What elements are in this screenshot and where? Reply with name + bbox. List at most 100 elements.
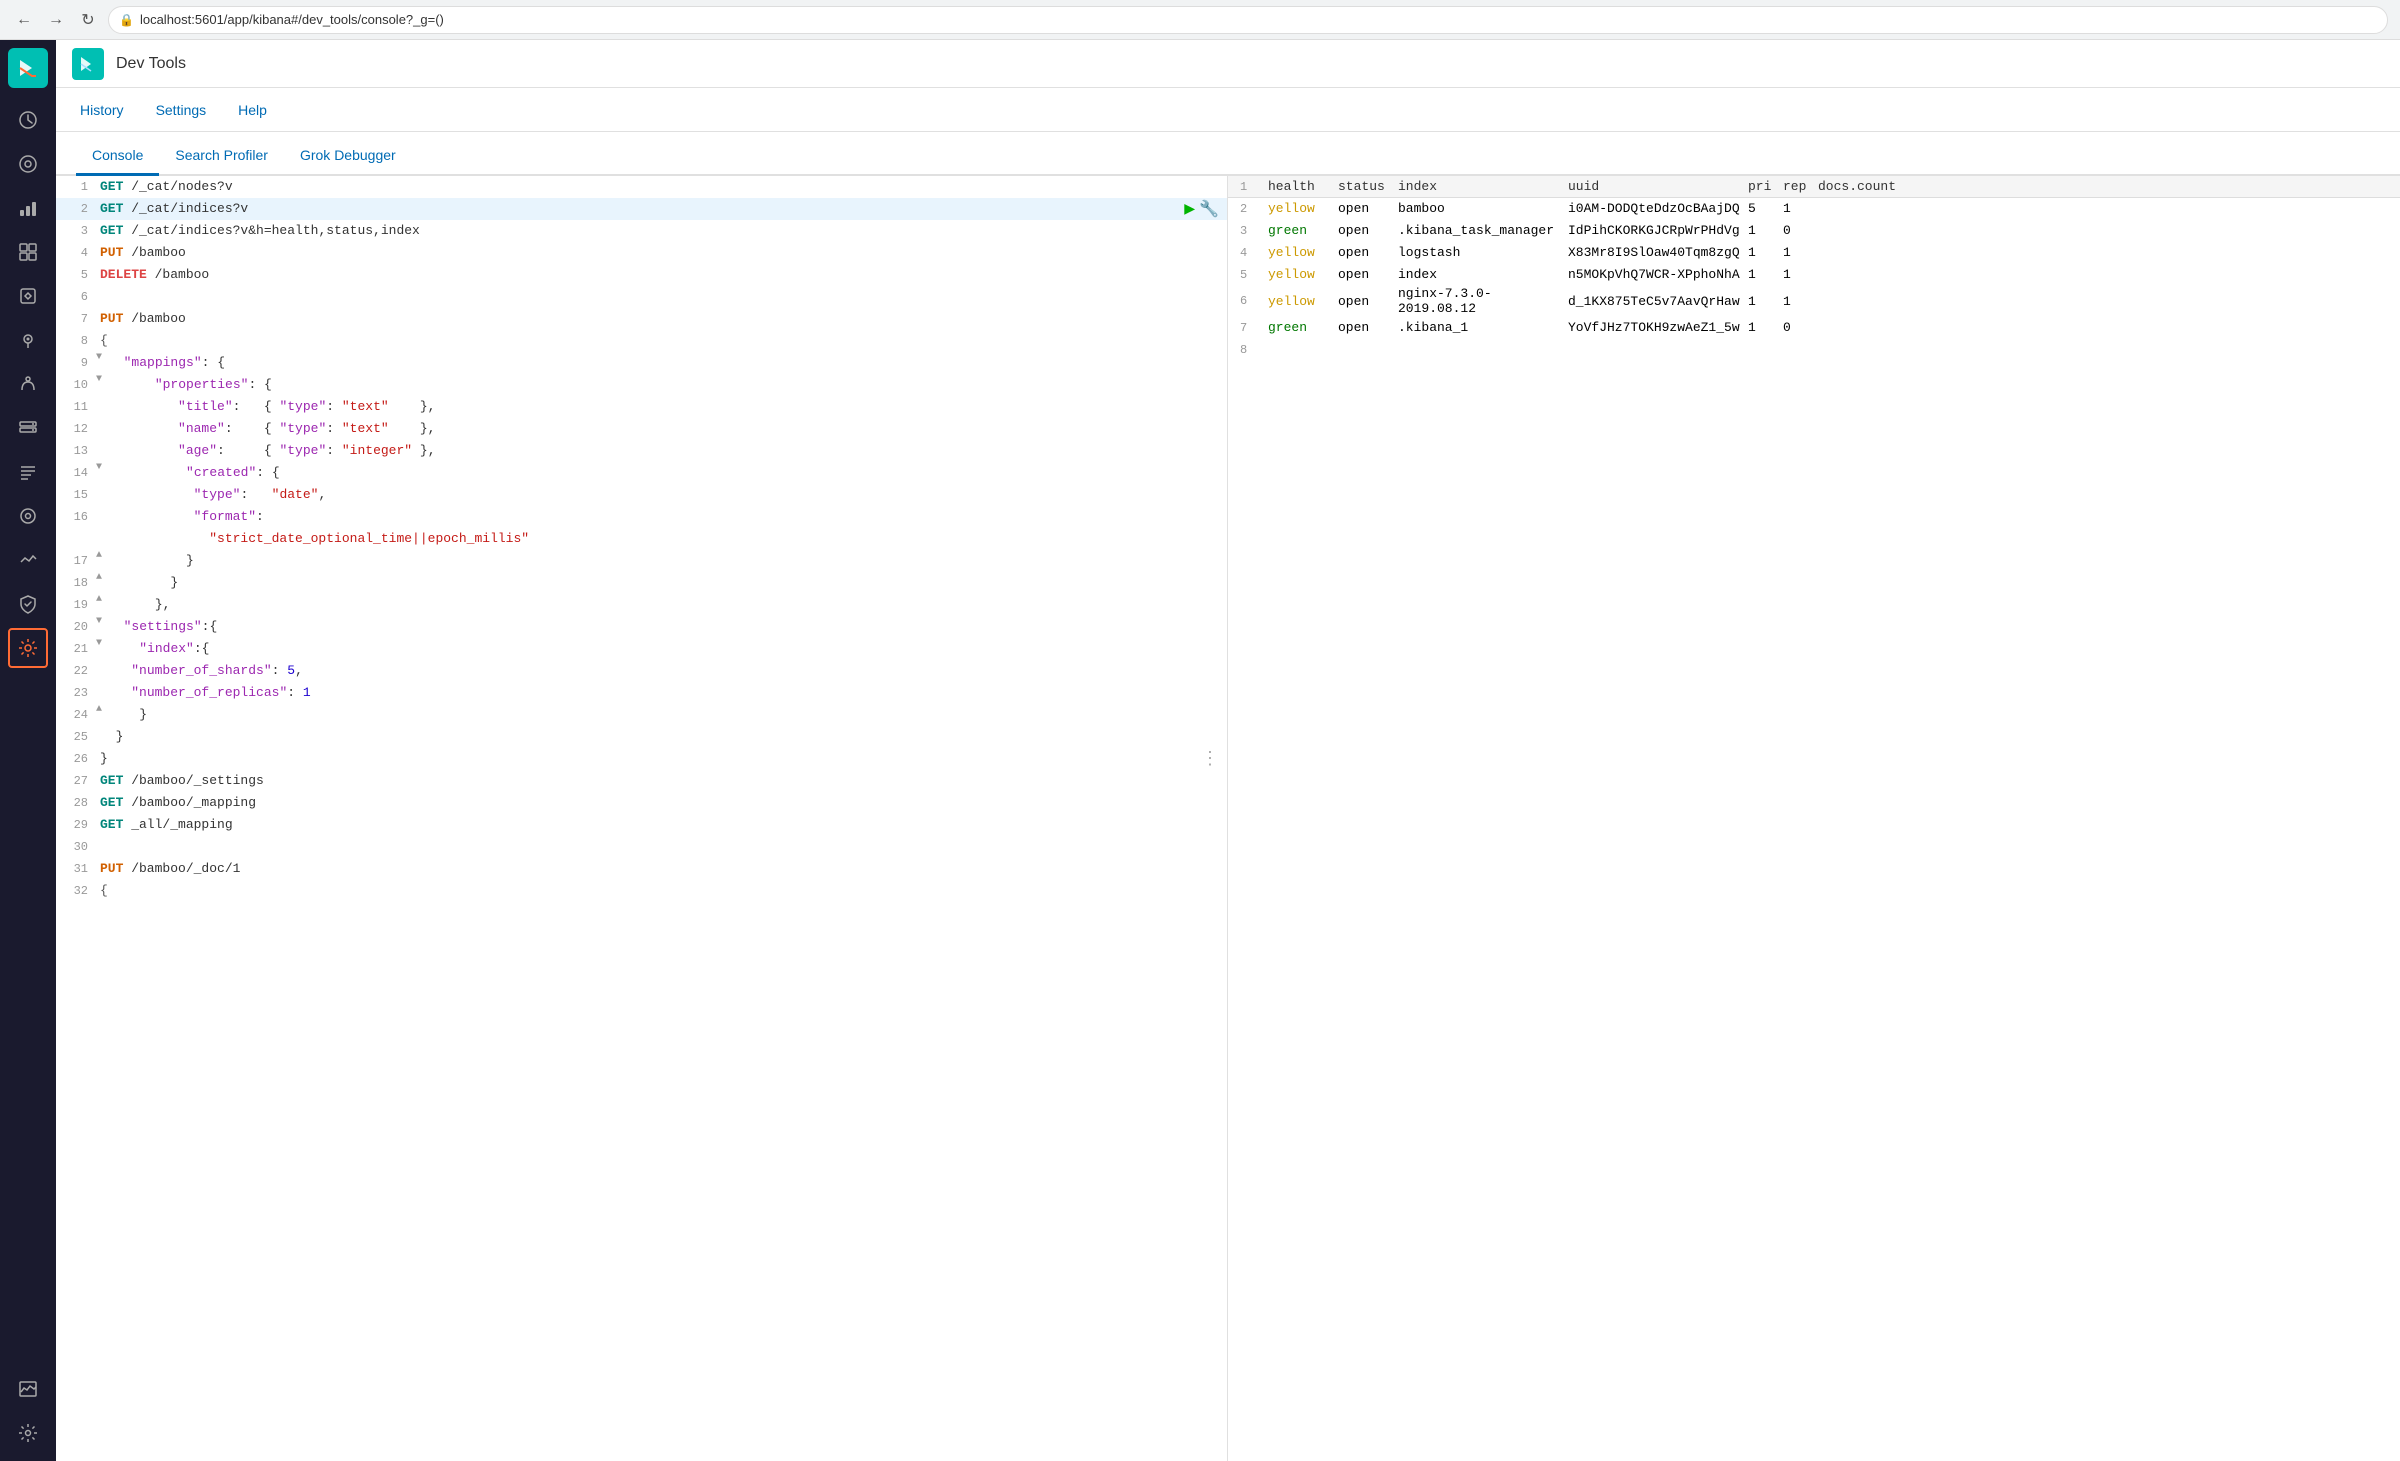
- fold-19[interactable]: ▲: [96, 594, 102, 605]
- line-content-13[interactable]: "age": { "type": "integer" },: [96, 440, 1227, 462]
- sidebar-item-uptime[interactable]: [8, 540, 48, 580]
- fold-17[interactable]: ▲: [96, 550, 102, 561]
- line-num-11: 11: [56, 396, 96, 418]
- fold-14[interactable]: ▼: [96, 462, 102, 473]
- line-content-27[interactable]: GET /bamboo/_settings: [96, 770, 1227, 792]
- sidebar-item-monitoring[interactable]: [8, 1369, 48, 1409]
- tab-search-profiler[interactable]: Search Profiler: [159, 137, 284, 176]
- line-num-21: 21: [56, 638, 96, 660]
- row-7-status: open: [1338, 320, 1398, 335]
- row-3-health: green: [1268, 223, 1338, 238]
- line-num-16: 16: [56, 506, 96, 528]
- kibana-logo[interactable]: [8, 48, 48, 88]
- line-content-25[interactable]: }: [96, 726, 1227, 748]
- row-7-pri: 1: [1748, 320, 1783, 335]
- line-content-7[interactable]: PUT /bamboo: [96, 308, 1227, 330]
- nav-settings[interactable]: Settings: [152, 102, 211, 118]
- sidebar-item-devtools[interactable]: [8, 628, 48, 668]
- editor-pane: 1 GET /_cat/nodes?v 2 GET /_cat/indices?…: [56, 176, 1228, 1461]
- row-4-health: yellow: [1268, 245, 1338, 260]
- fold-18[interactable]: ▲: [96, 572, 102, 583]
- line-num-12: 12: [56, 418, 96, 440]
- tab-console[interactable]: Console: [76, 137, 159, 176]
- sidebar-item-security[interactable]: [8, 584, 48, 624]
- row-7-health: green: [1268, 320, 1338, 335]
- line-num-31: 31: [56, 858, 96, 880]
- line-content-22[interactable]: "number_of_shards": 5,: [96, 660, 1227, 682]
- line-content-26[interactable]: }: [96, 748, 1227, 770]
- line-num-30: 30: [56, 836, 96, 858]
- fold-20[interactable]: ▼: [96, 616, 102, 627]
- line-content-15[interactable]: "type": "date",: [96, 484, 1227, 506]
- line-content-11[interactable]: "title": { "type": "text" },: [96, 396, 1227, 418]
- wrench-button[interactable]: 🔧: [1199, 199, 1219, 219]
- sidebar-item-ml[interactable]: [8, 364, 48, 404]
- tab-bar: Console Search Profiler Grok Debugger: [56, 132, 2400, 176]
- back-button[interactable]: ←: [12, 8, 36, 32]
- line-content-16b[interactable]: "strict_date_optional_time||epoch_millis…: [96, 528, 1227, 550]
- run-button[interactable]: ▶: [1184, 198, 1195, 220]
- fold-21[interactable]: ▼: [96, 638, 102, 649]
- line-content-21[interactable]: "index":{: [104, 638, 1227, 660]
- editor-line-15: 15 "type": "date",: [56, 484, 1227, 506]
- sidebar-item-discover[interactable]: [8, 144, 48, 184]
- row-4-uuid: X83Mr8I9SlOaw40Tqm8zgQ: [1568, 245, 1748, 260]
- line-content-3[interactable]: GET /_cat/indices?v&h=health,status,inde…: [96, 220, 1227, 242]
- line-content-28[interactable]: GET /bamboo/_mapping: [96, 792, 1227, 814]
- line-content-17[interactable]: }: [104, 550, 1227, 572]
- line-content-8[interactable]: {: [96, 330, 1227, 352]
- nav-help[interactable]: Help: [234, 102, 271, 118]
- fold-9[interactable]: ▼: [96, 352, 102, 363]
- line-content-23[interactable]: "number_of_replicas": 1: [96, 682, 1227, 704]
- line-content-18[interactable]: }: [104, 572, 1227, 594]
- results-table: 1 health status index uuid pri rep docs.…: [1228, 176, 2400, 1461]
- editor-line-6: 6: [56, 286, 1227, 308]
- line-content-16[interactable]: "format":: [96, 506, 1227, 528]
- sidebar-item-maps[interactable]: [8, 320, 48, 360]
- sidebar-item-logs[interactable]: [8, 452, 48, 492]
- editor-line-19: 19 ▲ },: [56, 594, 1227, 616]
- line-content-31[interactable]: PUT /bamboo/_doc/1: [96, 858, 1227, 880]
- line-num-3: 3: [56, 220, 96, 242]
- forward-button[interactable]: →: [44, 8, 68, 32]
- sidebar-item-visualize[interactable]: [8, 188, 48, 228]
- line-content-14[interactable]: "created": {: [104, 462, 1227, 484]
- line-content-9[interactable]: "mappings": {: [104, 352, 1227, 374]
- top-nav: History Settings Help: [56, 88, 2400, 132]
- line-content-2[interactable]: GET /_cat/indices?v: [96, 198, 1227, 220]
- sidebar-item-canvas[interactable]: [8, 276, 48, 316]
- line-content-12[interactable]: "name": { "type": "text" },: [96, 418, 1227, 440]
- row-3-num: 3: [1240, 224, 1268, 238]
- line-content-20[interactable]: "settings":{: [104, 616, 1227, 638]
- sidebar-item-recently-viewed[interactable]: [8, 100, 48, 140]
- row-5-pri: 1: [1748, 267, 1783, 282]
- line-content-19[interactable]: },: [104, 594, 1227, 616]
- line-content-5[interactable]: DELETE /bamboo: [96, 264, 1227, 286]
- sidebar-item-apm[interactable]: [8, 496, 48, 536]
- row-6-index: nginx-7.3.0-2019.08.12: [1398, 286, 1568, 316]
- line-content-32[interactable]: {: [96, 880, 1227, 902]
- sidebar-item-dashboard[interactable]: [8, 232, 48, 272]
- line-content-29[interactable]: GET _all/_mapping: [96, 814, 1227, 836]
- line-num-7: 7: [56, 308, 96, 330]
- sidebar-item-management[interactable]: [8, 1413, 48, 1453]
- refresh-button[interactable]: ↻: [76, 8, 100, 32]
- row-5-index: index: [1398, 267, 1568, 282]
- row-5-rep: 1: [1783, 267, 1818, 282]
- row-4-rep: 1: [1783, 245, 1818, 260]
- editor-line-31: 31 PUT /bamboo/_doc/1: [56, 858, 1227, 880]
- nav-history[interactable]: History: [76, 102, 128, 118]
- line-content-10[interactable]: "properties": {: [104, 374, 1227, 396]
- fold-24[interactable]: ▲: [96, 704, 102, 715]
- line-content-4[interactable]: PUT /bamboo: [96, 242, 1227, 264]
- row-4-index: logstash: [1398, 245, 1568, 260]
- sidebar-item-infrastructure[interactable]: [8, 408, 48, 448]
- tab-grok-debugger[interactable]: Grok Debugger: [284, 137, 412, 176]
- more-options-button[interactable]: ⋮: [1201, 748, 1219, 770]
- editor-line-16b: "strict_date_optional_time||epoch_millis…: [56, 528, 1227, 550]
- line-content-1[interactable]: GET /_cat/nodes?v: [96, 176, 1227, 198]
- address-bar[interactable]: 🔒 localhost:5601/app/kibana#/dev_tools/c…: [108, 6, 2388, 34]
- editor-content[interactable]: 1 GET /_cat/nodes?v 2 GET /_cat/indices?…: [56, 176, 1227, 1461]
- line-content-24[interactable]: }: [104, 704, 1227, 726]
- fold-10[interactable]: ▼: [96, 374, 102, 385]
